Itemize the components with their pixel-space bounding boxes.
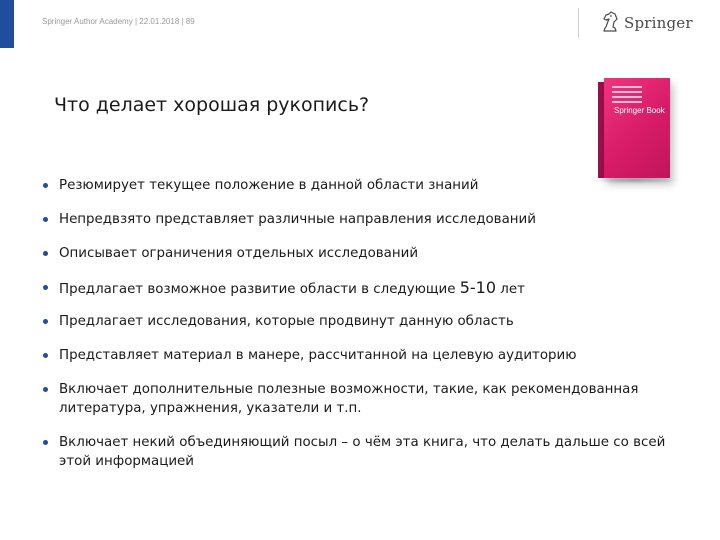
bullet-icon	[43, 387, 48, 392]
bullet-icon	[43, 251, 48, 256]
logo-wordmark: Springer	[624, 14, 693, 32]
list-item: Резюмирует текущее положение в данной об…	[38, 176, 688, 195]
bullet-icon	[43, 183, 48, 188]
book-cover-title: Springer Book	[614, 106, 665, 115]
chess-knight-icon	[600, 10, 620, 36]
bullet-text: Непредвзято представляет различные напра…	[59, 212, 536, 227]
bullet-text: Предлагает возможное развитие области в …	[59, 282, 456, 297]
list-item: Предлагает исследования, которые продвин…	[38, 312, 688, 331]
list-item: Описывает ограничения отдельных исследов…	[38, 244, 688, 263]
bullet-text-tail: лет	[500, 282, 525, 297]
bullet-text: Включает некий объединяющий посыл – о чё…	[59, 435, 666, 469]
book-cover: Springer Book	[604, 78, 670, 178]
brand-accent-bar	[0, 0, 14, 48]
header-divider	[578, 8, 579, 38]
bullet-icon	[43, 353, 48, 358]
bullet-text: Предлагает исследования, которые продвин…	[59, 314, 514, 329]
bullet-text: Включает дополнительные полезные возможн…	[59, 382, 639, 416]
book-image: Springer Book	[598, 78, 670, 178]
list-item: Включает некий объединяющий посыл – о чё…	[38, 433, 688, 471]
book-cover-lines	[612, 86, 642, 106]
list-item: Непредвзято представляет различные напра…	[38, 210, 688, 229]
bullet-text: Резюмирует текущее положение в данной об…	[59, 178, 479, 193]
slide-title: Что делает хорошая рукопись?	[54, 94, 370, 116]
list-item: Включает дополнительные полезные возможн…	[38, 380, 688, 418]
list-item: Предлагает возможное развитие области в …	[38, 278, 688, 299]
bullet-icon	[43, 217, 48, 222]
bullet-icon	[43, 440, 48, 445]
bullet-number: 5-10	[459, 278, 497, 297]
bullet-list: Резюмирует текущее положение в данной об…	[38, 176, 688, 471]
bullet-text: Описывает ограничения отдельных исследов…	[59, 246, 419, 261]
list-item: Представляет материал в манере, рассчита…	[38, 346, 688, 365]
springer-logo: Springer	[600, 10, 693, 36]
slide-meta: Springer Author Academy | 22.01.2018 | 8…	[42, 17, 195, 26]
bullet-text: Представляет материал в манере, рассчита…	[59, 348, 577, 363]
bullet-icon	[43, 285, 48, 290]
bullet-icon	[43, 319, 48, 324]
